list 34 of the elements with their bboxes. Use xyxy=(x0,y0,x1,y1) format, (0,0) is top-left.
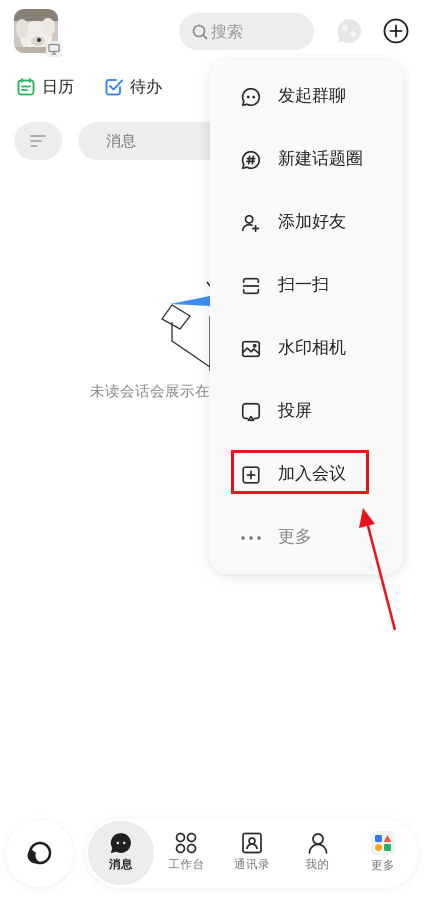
menu-item[interactable]: 扫一扫 xyxy=(210,254,403,317)
empty-message: 未读会话会展示在 xyxy=(90,383,210,402)
menu-item[interactable]: 投屏 xyxy=(210,380,403,443)
nav-tab[interactable]: 通讯录 xyxy=(219,821,285,885)
search-icon xyxy=(192,24,208,40)
menu-item[interactable]: 新建话题圈 xyxy=(210,128,403,191)
contact-card-icon xyxy=(240,832,263,854)
menu-item[interactable]: 水印相机 xyxy=(210,317,403,380)
swirl-icon xyxy=(26,840,52,866)
calendar-icon xyxy=(16,77,36,97)
nav-tab[interactable]: 工作台 xyxy=(154,821,220,885)
app-grid-icon xyxy=(371,831,396,856)
menu-item[interactable]: 添加好友 xyxy=(210,191,403,254)
quick-link[interactable]: 日历 xyxy=(16,75,74,99)
search-field[interactable]: 搜索 xyxy=(179,12,314,50)
more-dots-icon xyxy=(240,534,262,540)
checkbox-icon xyxy=(104,77,124,97)
quick-link[interactable]: 待办 xyxy=(104,75,162,99)
filter-tab[interactable]: 消息 xyxy=(106,130,136,152)
chat-bubble-icon xyxy=(240,86,262,108)
menu-item[interactable]: 加入会议 xyxy=(210,443,403,506)
add-icon[interactable] xyxy=(383,18,409,44)
screen-cast-icon xyxy=(240,400,262,422)
plus-square-icon xyxy=(240,464,262,486)
person-icon xyxy=(306,832,329,854)
menu-item[interactable]: 发起群聊 xyxy=(210,65,403,128)
chat-bubble-icon xyxy=(110,832,132,854)
nav-tab[interactable]: 我的 xyxy=(284,821,350,885)
grid-icon xyxy=(175,832,198,854)
monitor-badge-icon xyxy=(46,41,62,57)
hashtag-bubble-icon xyxy=(240,148,262,170)
filter-icon xyxy=(30,135,46,147)
nav-tab[interactable]: 消息 xyxy=(88,821,154,885)
nav-tab[interactable]: 更多 xyxy=(350,821,416,885)
